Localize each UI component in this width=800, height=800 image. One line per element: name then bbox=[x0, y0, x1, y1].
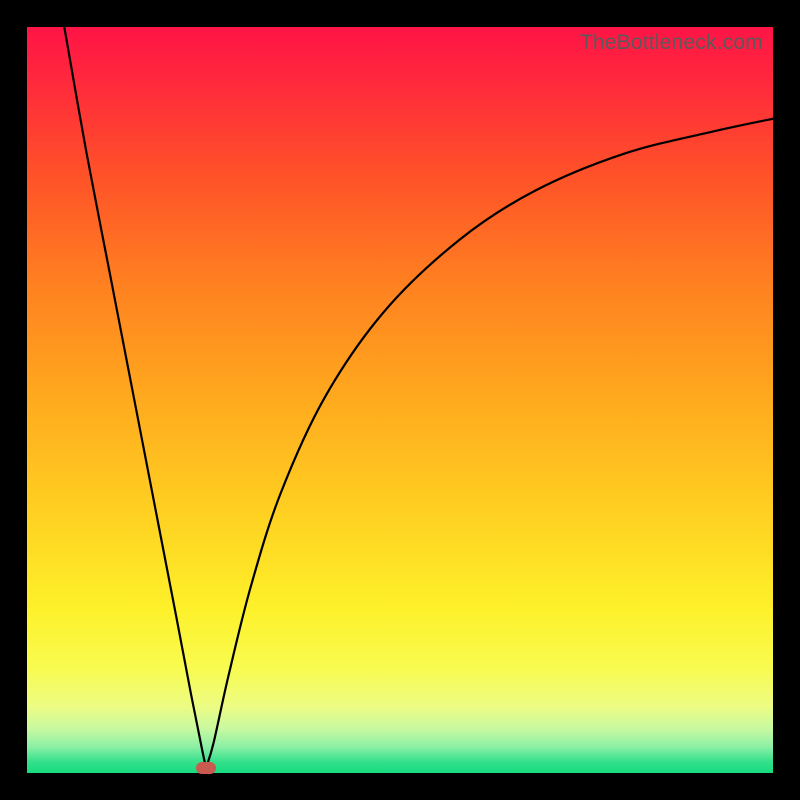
gradient-background bbox=[27, 27, 773, 773]
plot-frame: TheBottleneck.com bbox=[27, 27, 773, 773]
bottleneck-chart bbox=[27, 27, 773, 773]
watermark-text: TheBottleneck.com bbox=[580, 31, 763, 55]
bottleneck-marker bbox=[196, 762, 216, 774]
